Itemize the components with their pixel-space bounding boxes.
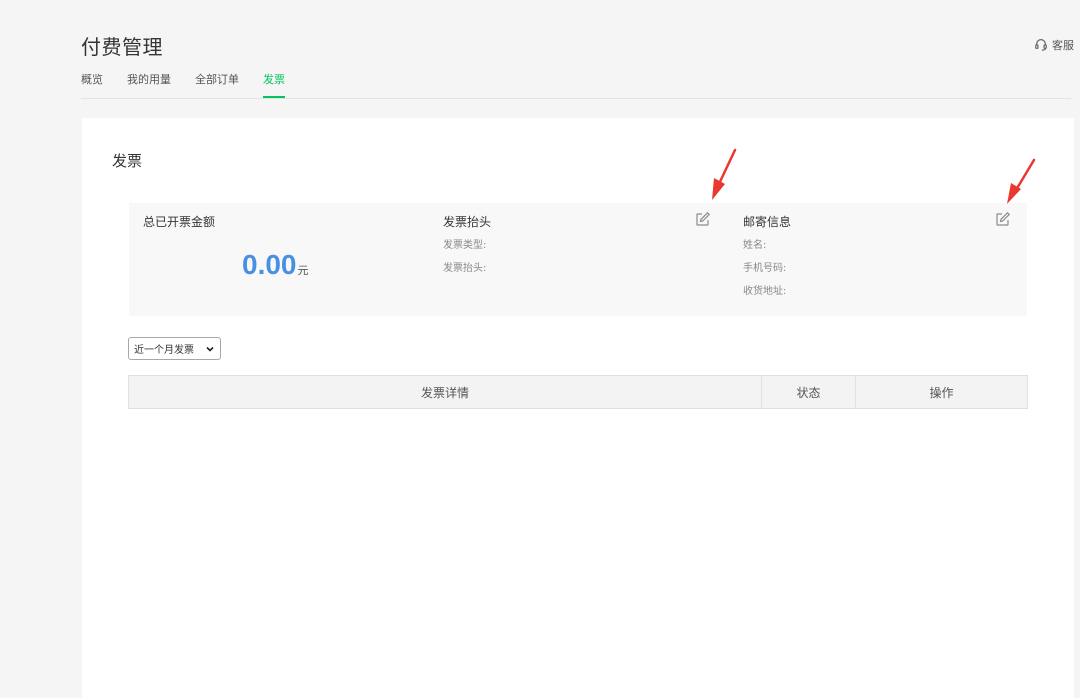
- tab-usage[interactable]: 我的用量: [127, 72, 171, 98]
- support-label: 客服: [1052, 39, 1074, 52]
- edit-icon: [996, 211, 1011, 226]
- invoiced-amount-value: 0.00: [242, 249, 297, 280]
- support-link[interactable]: 客服: [1034, 37, 1074, 53]
- edit-icon: [696, 211, 711, 226]
- page-title: 付费管理: [81, 35, 163, 59]
- page-header: 付费管理 客服 概览 我的用量 全部订单 发票: [0, 0, 1080, 100]
- invoice-table-header: 发票详情 状态 操作: [128, 375, 1028, 409]
- invoice-period-select[interactable]: 近一个月发票: [128, 337, 221, 360]
- recipient-name-label: 姓名:: [743, 240, 767, 251]
- shipping-address-label: 收货地址:: [743, 286, 787, 297]
- edit-invoice-header-button[interactable]: [695, 211, 711, 227]
- invoice-header-label: 发票抬头:: [443, 263, 487, 274]
- invoice-header-panel: 发票抬头 发票类型: 发票抬头:: [429, 203, 729, 316]
- invoice-type-label: 发票类型:: [443, 240, 487, 251]
- invoice-period-value: 近一个月发票: [134, 345, 194, 356]
- section-title: 发票: [112, 152, 143, 170]
- edit-mailing-info-button[interactable]: [995, 211, 1011, 227]
- invoice-header-title: 发票抬头: [443, 215, 492, 229]
- headset-icon: [1034, 37, 1048, 54]
- tab-invoices[interactable]: 发票: [263, 72, 285, 98]
- chevron-down-icon: [205, 339, 215, 358]
- mailing-info-title: 邮寄信息: [743, 215, 792, 229]
- column-invoice-details: 发票详情: [129, 376, 762, 408]
- tab-all-orders[interactable]: 全部订单: [195, 72, 239, 98]
- invoice-card: 发票 总已开票金额 0.00 元 发票抬头 发票类型: 发票抬头: 邮寄信息 姓…: [82, 118, 1074, 698]
- invoiced-amount: 0.00 元: [242, 249, 309, 281]
- invoice-summary: 总已开票金额 0.00 元 发票抬头 发票类型: 发票抬头: 邮寄信息 姓名: …: [129, 203, 1027, 316]
- tabs-divider: [81, 98, 1071, 99]
- column-actions: 操作: [929, 385, 954, 400]
- column-status: 状态: [762, 376, 856, 408]
- phone-number-label: 手机号码:: [743, 263, 787, 274]
- tab-bar: 概览 我的用量 全部订单 发票: [81, 72, 285, 98]
- mailing-info-panel: 邮寄信息 姓名: 手机号码: 收货地址:: [729, 203, 1027, 316]
- invoiced-amount-unit: 元: [297, 264, 309, 277]
- invoiced-amount-panel: 总已开票金额 0.00 元: [129, 203, 429, 316]
- tab-overview[interactable]: 概览: [81, 72, 103, 98]
- invoiced-amount-title: 总已开票金额: [143, 215, 216, 229]
